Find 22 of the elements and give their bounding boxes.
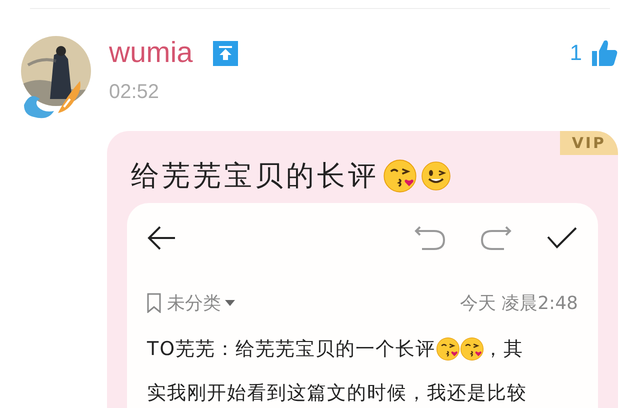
wink-face-icon (421, 161, 451, 191)
kiss-face-icon (383, 159, 417, 193)
note-date: 今天 凌晨2:48 (460, 292, 578, 315)
comment-time: 02:52 (109, 81, 160, 104)
undo-icon[interactable] (414, 225, 446, 251)
check-icon[interactable] (546, 225, 578, 251)
category-label[interactable]: 未分类 (167, 291, 221, 315)
thumbs-up-icon[interactable] (592, 39, 618, 67)
like-count: 1 (570, 40, 582, 66)
back-icon[interactable] (147, 225, 177, 251)
upload-icon (212, 40, 238, 66)
bookmark-icon (147, 293, 161, 313)
body-text: 实我刚开始看到这篇文的时候，我还是比较 (147, 381, 527, 406)
kiss-face-icon (436, 337, 460, 361)
post-title: 给芜芜宝贝的长评 (131, 158, 379, 194)
username[interactable]: wumia (109, 35, 193, 71)
redo-icon[interactable] (480, 225, 512, 251)
vip-badge: VIP (560, 131, 618, 155)
caret-icon (225, 299, 235, 307)
body-text: ，其 (484, 337, 524, 362)
body-text: TO芜芜：给芜芜宝贝的一个长评 (147, 337, 436, 362)
kiss-face-icon (460, 337, 484, 361)
